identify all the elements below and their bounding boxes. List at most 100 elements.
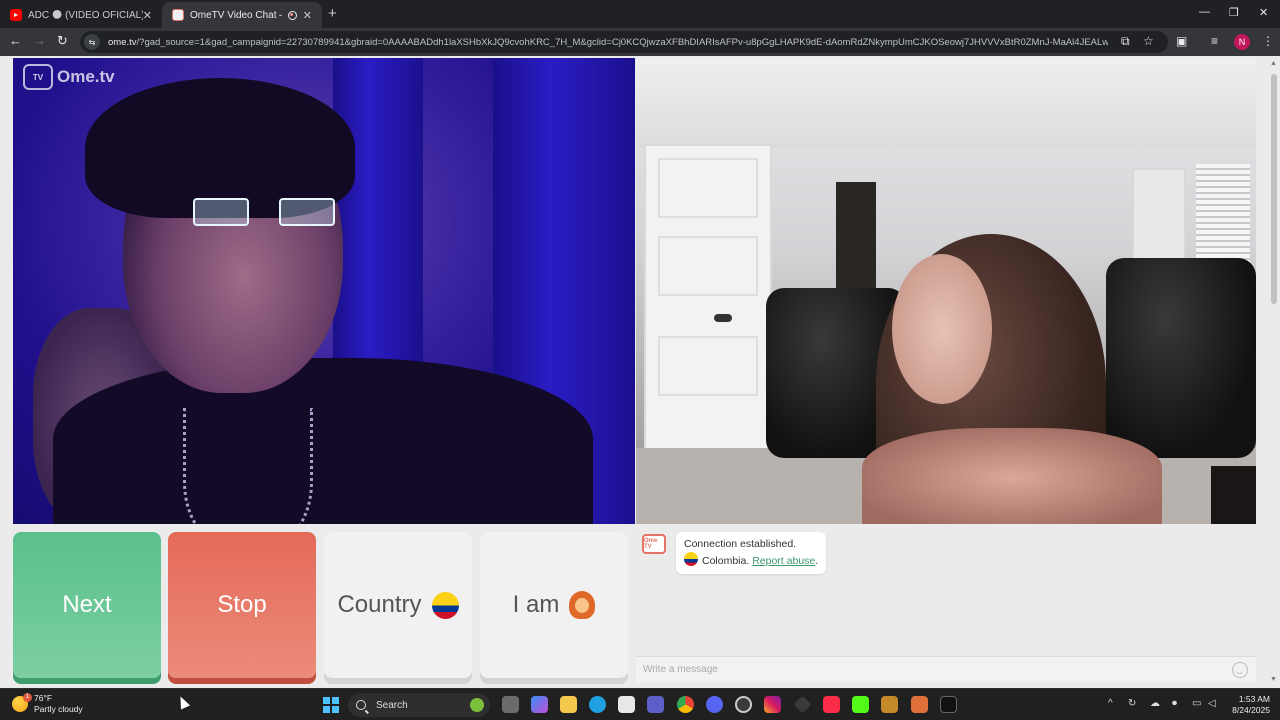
- file-explorer-icon[interactable]: [560, 696, 577, 713]
- gender-label: I am: [512, 591, 560, 618]
- instagram-icon[interactable]: [764, 696, 781, 713]
- stranger-country: Colombia. Report abuse.: [684, 552, 818, 569]
- forward-icon[interactable]: →: [33, 33, 46, 48]
- ometv-favicon-icon: [172, 9, 184, 21]
- copilot-icon[interactable]: [531, 696, 548, 713]
- next-label: Next: [62, 591, 112, 618]
- video-glasses: [193, 198, 343, 238]
- video-recliner: [1106, 258, 1256, 458]
- kick-icon[interactable]: [852, 696, 869, 713]
- video-chain: [183, 408, 313, 524]
- ableton-icon[interactable]: [911, 696, 928, 713]
- system-message: Connection established. Colombia. Report…: [676, 532, 827, 574]
- store-icon[interactable]: [618, 696, 635, 713]
- url-path: /?gad_source=1&gad_campaignid=2273078994…: [136, 36, 1108, 48]
- volume-icon[interactable]: ◁: [1208, 698, 1216, 709]
- youtube-favicon-icon: [10, 9, 22, 21]
- page-scrollbar[interactable]: ▲ ▼: [1268, 56, 1280, 688]
- report-suffix: .: [815, 555, 819, 567]
- video-door: [644, 144, 772, 454]
- windows-taskbar: 76°F Partly cloudy Search ^ ↻ ☁ ⏺ ▭ ◁ 1:…: [0, 688, 1280, 720]
- clock-time: 1:53 AM: [1238, 694, 1270, 704]
- stop-button[interactable]: Stop: [168, 532, 316, 678]
- temperature: 76°F: [34, 693, 53, 703]
- cloud-icon[interactable]: ☁: [1150, 698, 1160, 709]
- local-video: TV Ome.tv: [13, 58, 635, 524]
- scroll-down-icon[interactable]: ▼: [1270, 676, 1277, 683]
- gender-button[interactable]: I am: [480, 532, 628, 678]
- ometv-logo-icon: TV: [23, 64, 53, 90]
- connection-status: Connection established.: [684, 538, 797, 550]
- report-abuse-link[interactable]: Report abuse: [752, 555, 815, 567]
- female-avatar-icon: [569, 591, 596, 619]
- video-ceiling: [636, 58, 1256, 148]
- task-view-icon[interactable]: [502, 696, 519, 713]
- edge-icon[interactable]: [589, 696, 606, 713]
- video-shadow: [1211, 466, 1256, 524]
- tab-close-icon[interactable]: ✕: [303, 9, 312, 22]
- tab-close-icon[interactable]: ✕: [143, 9, 152, 22]
- country-name: Colombia.: [702, 555, 750, 567]
- teams-icon[interactable]: [647, 696, 664, 713]
- network-icon[interactable]: ▭: [1192, 698, 1201, 709]
- discord-icon[interactable]: [706, 696, 723, 713]
- video-torso: [53, 358, 593, 524]
- url-text[interactable]: ome.tv/?gad_source=1&gad_campaignid=2273…: [108, 37, 1108, 48]
- bitwig-icon[interactable]: [881, 696, 898, 713]
- side-panel-icon[interactable]: ▣: [1176, 34, 1187, 48]
- tab-youtube[interactable]: ADC 🌑 (VIDEO OFICIAL) | BLE ✕: [0, 2, 162, 28]
- next-button[interactable]: Next: [13, 532, 161, 678]
- microphone-icon[interactable]: ⏺: [1172, 698, 1177, 709]
- stop-label: Stop: [217, 591, 267, 618]
- windows-start-icon[interactable]: [323, 697, 339, 713]
- country-button[interactable]: Country: [324, 532, 472, 678]
- bookmark-star-icon[interactable]: ☆: [1143, 34, 1154, 48]
- site-info-icon[interactable]: ⇆: [84, 34, 100, 50]
- capcut-icon[interactable]: [793, 695, 812, 714]
- install-app-icon[interactable]: ⧉: [1121, 34, 1130, 49]
- chrome-icon[interactable]: [677, 696, 694, 713]
- tray-overflow-icon[interactable]: ^: [1108, 698, 1113, 709]
- taskbar-search[interactable]: Search: [348, 693, 490, 717]
- address-bar[interactable]: ⇆ ome.tv/?gad_source=1&gad_campaignid=22…: [80, 31, 1168, 53]
- scrollbar-thumb[interactable]: [1271, 74, 1277, 304]
- clock-app-icon[interactable]: [735, 696, 752, 713]
- remote-video: [636, 58, 1256, 524]
- weather-widget[interactable]: 76°F Partly cloudy: [12, 693, 83, 715]
- browser-toolbar: ← → ↻ ⇆ ome.tv/?gad_source=1&gad_campaig…: [0, 28, 1280, 56]
- video-hallway: [836, 182, 876, 292]
- sync-icon[interactable]: ↻: [1128, 698, 1136, 709]
- video-body: [862, 428, 1162, 524]
- message-input[interactable]: [636, 664, 1232, 675]
- weather-icon: [12, 693, 32, 712]
- system-clock[interactable]: 1:53 AM 8/24/2025: [1226, 694, 1270, 716]
- menu-icon[interactable]: ⋮: [1262, 34, 1274, 48]
- weather-condition: Partly cloudy: [34, 704, 83, 714]
- browser-tab-strip: ADC 🌑 (VIDEO OFICIAL) | BLE ✕ OmeTV Vide…: [0, 0, 1280, 28]
- apple-music-icon[interactable]: [823, 696, 840, 713]
- country-label: Country: [337, 591, 422, 618]
- new-tab-icon[interactable]: +: [328, 5, 337, 22]
- colombia-flag-icon: [431, 591, 459, 619]
- emoji-icon[interactable]: [1232, 661, 1248, 678]
- search-highlight-icon: [470, 698, 484, 712]
- tab-ometv[interactable]: OmeTV Video Chat — Ome ✕: [162, 2, 322, 28]
- terminal-icon[interactable]: [940, 696, 957, 713]
- url-host: ome.tv: [108, 36, 137, 48]
- back-icon[interactable]: ←: [9, 33, 22, 48]
- minimize-icon[interactable]: —: [1199, 6, 1210, 18]
- window-close-icon[interactable]: ✕: [1259, 6, 1268, 19]
- colombia-flag-icon: [684, 552, 698, 566]
- message-input-bar: [636, 656, 1256, 682]
- ometv-chat-logo-icon: Ome TV: [642, 534, 666, 554]
- scroll-up-icon[interactable]: ▲: [1270, 60, 1277, 67]
- reload-icon[interactable]: ↻: [57, 33, 68, 49]
- video-face: [892, 254, 992, 404]
- recording-indicator-icon: [287, 10, 297, 20]
- video-window-blinds: [1196, 164, 1250, 270]
- restore-icon[interactable]: ❐: [1229, 6, 1239, 19]
- media-controls-icon[interactable]: ≡: [1211, 34, 1218, 48]
- ometv-page: TV Ome.tv Next Stop Country I am Ome TV …: [0, 56, 1280, 688]
- profile-avatar[interactable]: N: [1234, 34, 1250, 50]
- search-icon: [356, 700, 366, 710]
